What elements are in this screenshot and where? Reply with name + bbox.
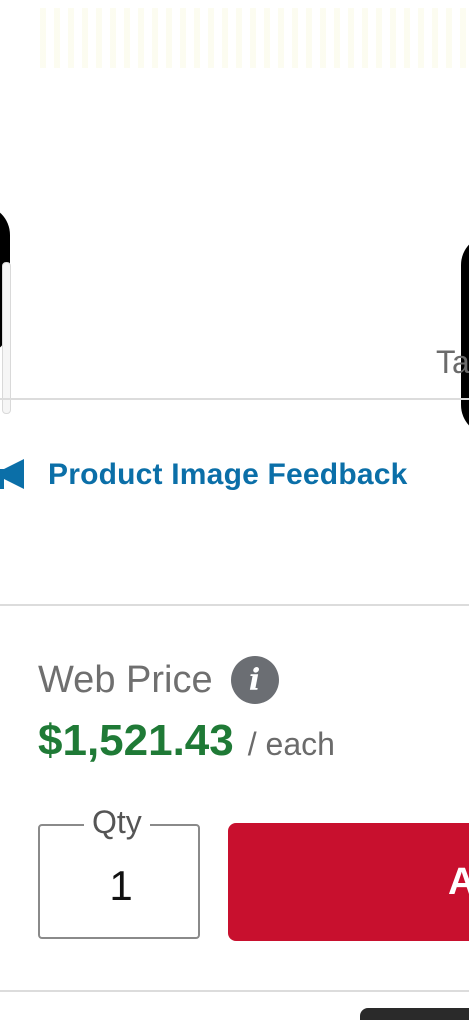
price-amount: $1,521.43 bbox=[38, 716, 234, 765]
feedback-link-label: Product Image Feedback bbox=[48, 458, 408, 491]
megaphone-icon bbox=[0, 459, 24, 489]
top-artifact bbox=[40, 8, 469, 68]
gallery-tab-peek[interactable]: Ta bbox=[436, 344, 469, 381]
device-bezel-right bbox=[461, 235, 469, 435]
quantity-input[interactable] bbox=[40, 854, 202, 918]
divider-middle bbox=[0, 604, 469, 606]
price-unit: / each bbox=[247, 726, 335, 762]
info-icon[interactable]: i bbox=[230, 656, 279, 704]
quantity-label: Qty bbox=[84, 804, 150, 841]
web-price-heading: Web Price i bbox=[38, 656, 279, 704]
web-price-label: Web Price bbox=[38, 658, 213, 701]
divider-bottom bbox=[0, 990, 469, 992]
divider-top bbox=[0, 398, 469, 400]
add-to-cart-button[interactable]: A bbox=[228, 823, 469, 941]
product-page: Ta Product Image Feedback Web Price i $1… bbox=[0, 0, 469, 1020]
gallery-scroll-thumb[interactable] bbox=[2, 262, 11, 414]
price-row: $1,521.43 / each bbox=[38, 716, 335, 766]
home-indicator bbox=[360, 1008, 469, 1020]
product-image-feedback-link[interactable]: Product Image Feedback bbox=[0, 452, 408, 498]
quantity-field: Qty bbox=[38, 804, 202, 939]
